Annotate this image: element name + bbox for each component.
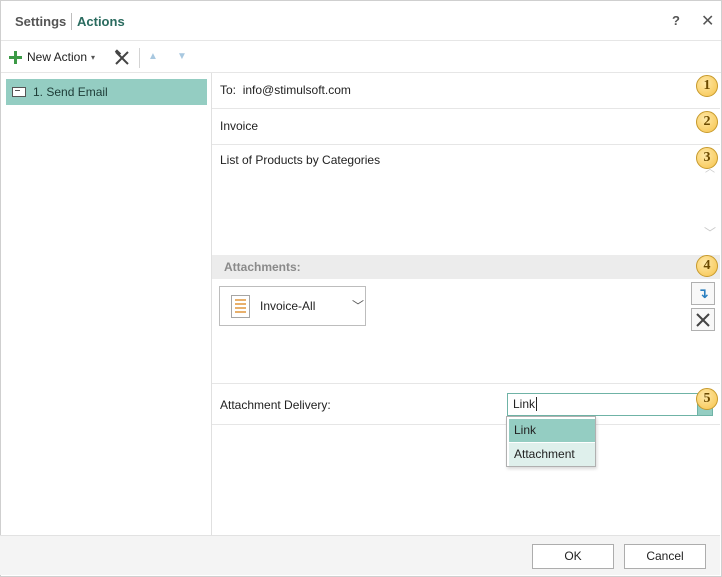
new-action-button[interactable]: New Action ▾ [9, 47, 95, 67]
divider [212, 144, 720, 145]
breadcrumb-actions: Actions [77, 14, 125, 29]
subject-field[interactable]: Invoice [220, 119, 258, 133]
mail-icon [12, 87, 26, 97]
plus-icon [9, 50, 22, 64]
add-attachment-button[interactable]: ↴ [691, 282, 715, 305]
to-label: To: [220, 83, 237, 97]
divider [212, 424, 720, 425]
attachment-label: Invoice-All [260, 299, 316, 313]
body-field[interactable]: List of Products by Categories [220, 153, 380, 167]
document-icon [231, 295, 250, 318]
new-action-label: New Action [27, 50, 88, 64]
list-item-label: 1. Send Email [33, 85, 108, 99]
to-field[interactable]: To: info@stimulsoft.com [220, 83, 351, 97]
chevron-down-icon: ▾ [91, 52, 96, 62]
step-badge-4: 4 [696, 255, 718, 277]
move-up-icon[interactable]: ▲ [146, 51, 160, 65]
breadcrumb-settings[interactable]: Settings [15, 14, 66, 29]
attachment-delivery-label: Attachment Delivery: [220, 398, 331, 412]
scroll-up-icon[interactable]: ︿ [705, 160, 715, 175]
cancel-button[interactable]: Cancel [624, 544, 706, 569]
scroll-down-icon[interactable]: ﹀ [704, 224, 716, 241]
attachments-header-label: Attachments: [224, 260, 301, 274]
divider [212, 108, 720, 109]
title-bar: Settings Actions ? ✕ [1, 1, 721, 41]
list-item-send-email[interactable]: 1. Send Email [6, 79, 207, 105]
delete-action-button[interactable] [113, 49, 131, 67]
chevron-down-icon: ﹀ [352, 299, 365, 313]
step-badge-2: 2 [696, 111, 718, 133]
step-badge-5: 5 [696, 388, 718, 410]
attachment-selector[interactable]: Invoice-All ﹀ [219, 286, 366, 326]
delivery-dropdown-list: Link Attachment [506, 416, 596, 467]
ok-button[interactable]: OK [532, 544, 614, 569]
move-down-icon[interactable]: ▼ [175, 51, 189, 65]
remove-icon [114, 49, 129, 65]
remove-attachment-button[interactable] [691, 308, 715, 331]
close-icon[interactable]: ✕ [701, 11, 714, 31]
help-icon[interactable]: ? [672, 13, 680, 28]
actions-list: 1. Send Email [1, 73, 212, 536]
insert-arrow-icon: ↴ [697, 285, 709, 301]
to-value: info@stimulsoft.com [242, 83, 351, 97]
remove-icon [696, 313, 710, 327]
attachment-delivery-value: Link [513, 397, 536, 411]
divider [212, 383, 720, 384]
attachment-delivery-input[interactable]: Link [507, 393, 698, 416]
dropdown-option-attachment[interactable]: Attachment [509, 443, 595, 466]
step-badge-1: 1 [696, 75, 718, 97]
toolbar-separator [139, 48, 140, 68]
breadcrumb-separator [71, 13, 72, 30]
toolbar: New Action ▾ ▲ ▼ [1, 42, 721, 73]
dropdown-option-link[interactable]: Link [509, 419, 595, 442]
